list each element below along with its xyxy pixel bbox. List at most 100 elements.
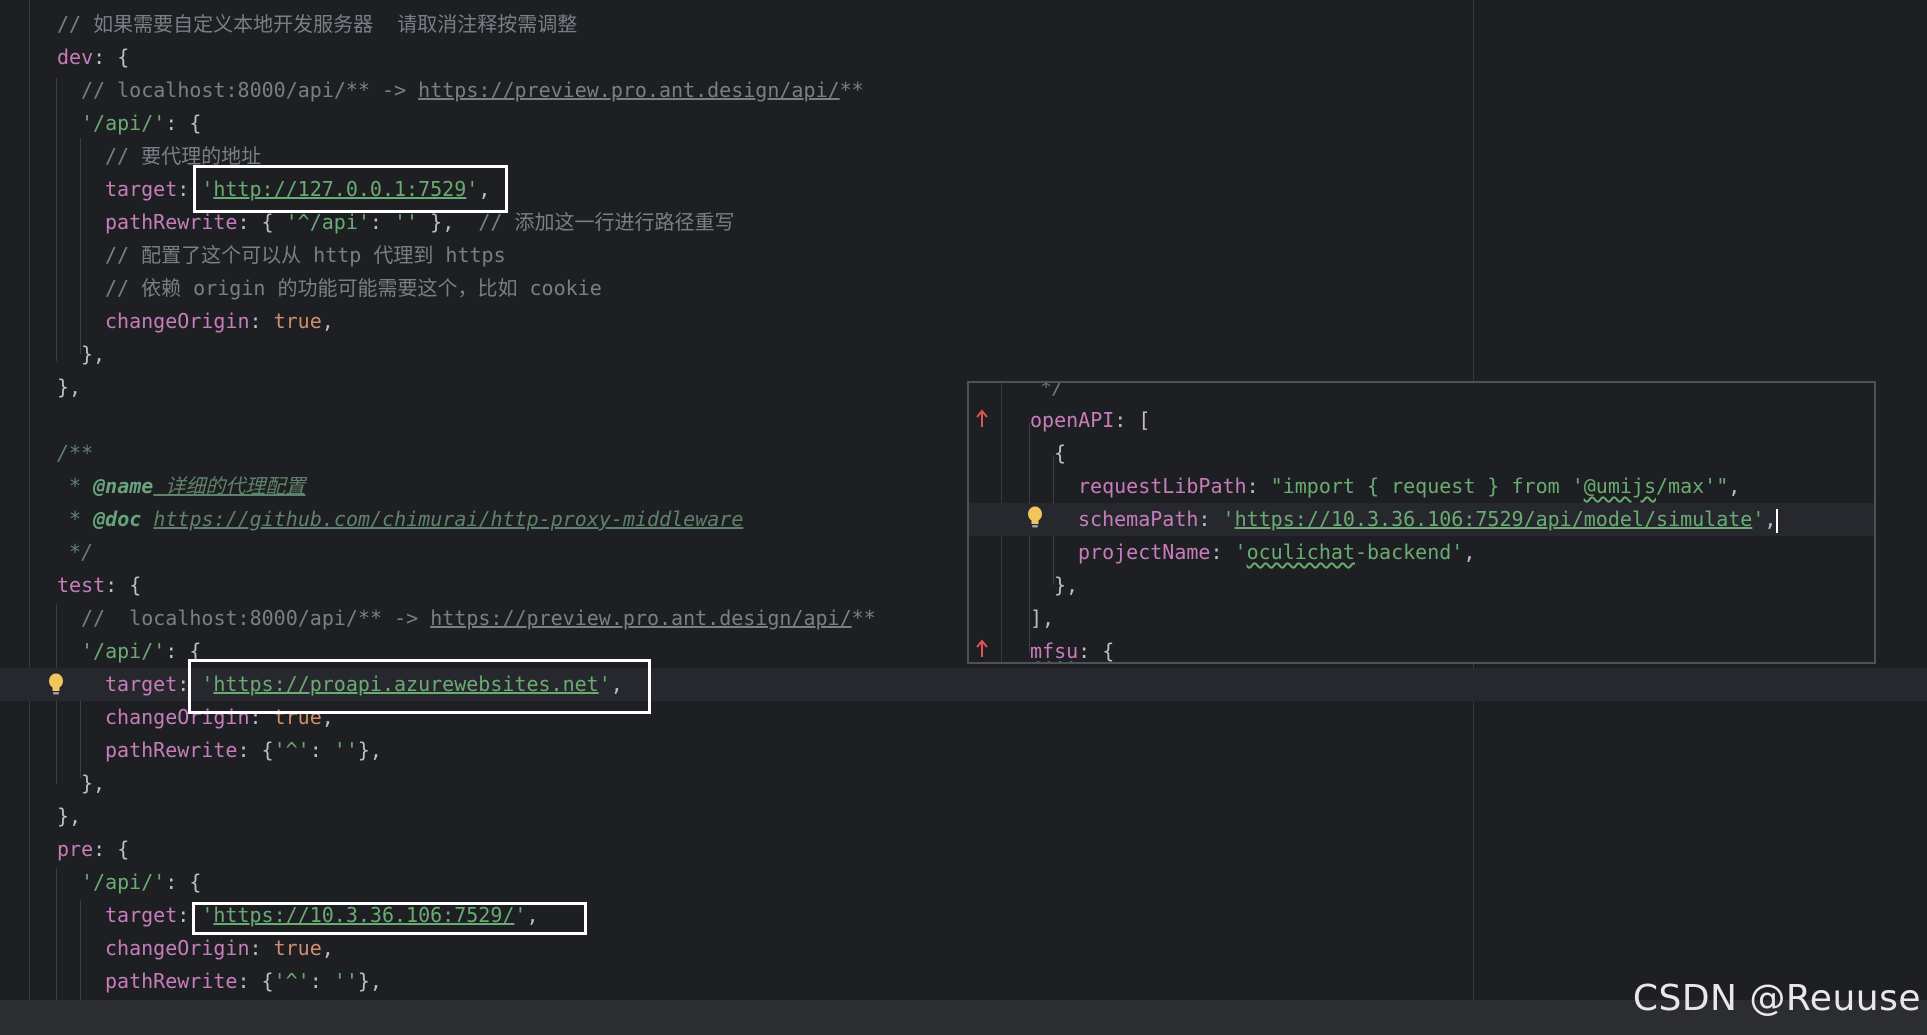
punctuation: : { <box>237 738 274 762</box>
code-line[interactable]: // 依赖 origin 的功能可能需要这个，比如 cookie <box>105 272 602 305</box>
code-line[interactable]: }, <box>57 800 81 833</box>
code-line[interactable]: // 如果需要自定义本地开发服务器 请取消注释按需调整 <box>57 8 577 41</box>
punctuation: : { <box>93 45 130 69</box>
string-quote: ' <box>1752 507 1765 531</box>
code-line[interactable]: pathRewrite: {'^': ''}, <box>105 734 382 767</box>
watermark: CSDN @Reuuse <box>1632 978 1921 1019</box>
punctuation: }, <box>81 342 106 366</box>
text-caret <box>1776 508 1779 533</box>
boolean-literal: true <box>273 936 322 960</box>
string: '' <box>394 210 419 234</box>
property-key: pathRewrite <box>105 969 238 993</box>
string-key: '/api/' <box>81 111 166 135</box>
code-line[interactable]: changeOrigin: true, <box>105 932 334 965</box>
punctuation: ], <box>1030 606 1055 630</box>
punctuation: : { <box>165 111 202 135</box>
punctuation: , <box>321 936 334 960</box>
comment: // localhost:8000/api/** -> <box>81 78 419 102</box>
punctuation: }, <box>357 969 382 993</box>
doc-comment <box>141 507 153 531</box>
lightbulb-icon[interactable] <box>47 673 65 697</box>
doc-comment: */ <box>1040 381 1065 399</box>
gutter-divider <box>29 0 30 1000</box>
code-line[interactable]: * @doc https://github.com/chimurai/http-… <box>57 503 743 536</box>
punctuation: , <box>321 309 334 333</box>
comment: // 添加这一行进行路径重写 <box>478 210 735 234</box>
code-line[interactable]: pathRewrite: {'^': ''}, <box>105 965 382 998</box>
doc-tag: @doc <box>93 507 142 531</box>
punctuation: }, <box>357 738 382 762</box>
code-line[interactable]: changeOrigin: true, <box>105 305 334 338</box>
code-line[interactable]: */ <box>57 536 93 569</box>
code-line-current[interactable]: schemaPath: 'https://10.3.36.106:7529/ap… <box>969 503 1874 536</box>
property-key: target <box>105 177 178 201</box>
punctuation: : { <box>105 573 142 597</box>
code-line[interactable]: }, <box>81 767 105 800</box>
code-line[interactable]: */ <box>1040 381 1065 404</box>
code-line[interactable]: openAPI: [ <box>1030 404 1150 437</box>
code-line[interactable]: }, <box>57 371 81 404</box>
boolean-literal: true <box>273 309 322 333</box>
punctuation: }, <box>81 771 106 795</box>
code-line[interactable]: pre: { <box>57 833 129 866</box>
punctuation: : <box>249 936 274 960</box>
punctuation: : { <box>93 837 130 861</box>
code-line[interactable]: }, <box>1054 569 1078 602</box>
code-line[interactable]: requestLibPath: "import { request } from… <box>1078 470 1740 503</box>
property-key: target <box>105 672 178 696</box>
punctuation: : <box>1198 507 1223 531</box>
comment: ** <box>851 606 876 630</box>
code-snippet-popup: */ openAPI: [ { requestLibPath: "import … <box>967 381 1876 664</box>
comment-link[interactable]: https://preview.pro.ant.design/api/ <box>418 78 839 102</box>
code-line[interactable]: mfsu: { <box>1030 635 1114 663</box>
punctuation: : <box>1210 540 1235 564</box>
comment: // 配置了这个可以从 http 代理到 https <box>105 243 506 267</box>
comment-link[interactable]: https://preview.pro.ant.design/api/ <box>430 606 851 630</box>
punctuation: : <box>309 738 334 762</box>
highlight-box-test-target <box>188 659 651 714</box>
string-key: '/api/' <box>81 639 166 663</box>
punctuation: : <box>309 969 334 993</box>
property-key: target <box>105 903 178 927</box>
punctuation: , <box>1764 507 1777 531</box>
string: /max'" <box>1656 474 1729 498</box>
string: -backend' <box>1354 540 1464 564</box>
code-line[interactable]: // localhost:8000/api/** -> https://prev… <box>81 602 876 635</box>
lightbulb-icon[interactable] <box>1026 506 1044 530</box>
punctuation: }, <box>1054 573 1079 597</box>
change-arrow-icon[interactable] <box>975 407 989 429</box>
punctuation: { <box>1054 441 1067 465</box>
highlight-box-dev-target <box>193 165 508 213</box>
code-line[interactable]: { <box>1054 437 1066 470</box>
indent-guide <box>80 138 81 354</box>
code-line[interactable]: }, <box>81 338 105 371</box>
change-arrow-icon[interactable] <box>975 637 989 659</box>
code-line[interactable]: // localhost:8000/api/** -> https://prev… <box>81 74 864 107</box>
code-line[interactable]: '/api/': { <box>81 635 201 668</box>
indent-guide <box>56 868 57 1000</box>
property-key: projectName <box>1078 540 1211 564</box>
code-line[interactable]: ], <box>1030 602 1054 635</box>
doc-comment: */ <box>57 540 94 564</box>
indent-guide <box>80 900 81 1000</box>
code-line[interactable]: projectName: 'oculichat-backend', <box>1078 536 1475 569</box>
code-line[interactable]: /** <box>57 437 93 470</box>
code-line[interactable]: dev: { <box>57 41 129 74</box>
punctuation: }, <box>418 210 479 234</box>
string: '^/api' <box>285 210 370 234</box>
code-line[interactable]: // 配置了这个可以从 http 代理到 https <box>105 239 506 272</box>
property-key: mfsu <box>1030 639 1079 663</box>
code-line[interactable]: * @name 详细的代理配置 <box>57 470 305 503</box>
code-line[interactable]: '/api/': { <box>81 107 201 140</box>
punctuation: : { <box>237 969 274 993</box>
code-line[interactable]: test: { <box>57 569 141 602</box>
code-line[interactable]: '/api/': { <box>81 866 201 899</box>
string: '^' <box>273 969 310 993</box>
string: '' <box>333 738 358 762</box>
doc-comment: /** <box>57 441 94 465</box>
doc-link[interactable]: https://github.com/chimurai/http-proxy-m… <box>153 507 743 531</box>
punctuation: : <box>249 309 274 333</box>
string: '' <box>333 969 358 993</box>
schema-path-url[interactable]: https://10.3.36.106:7529/api/model/simul… <box>1235 507 1753 531</box>
punctuation: : <box>1246 474 1271 498</box>
